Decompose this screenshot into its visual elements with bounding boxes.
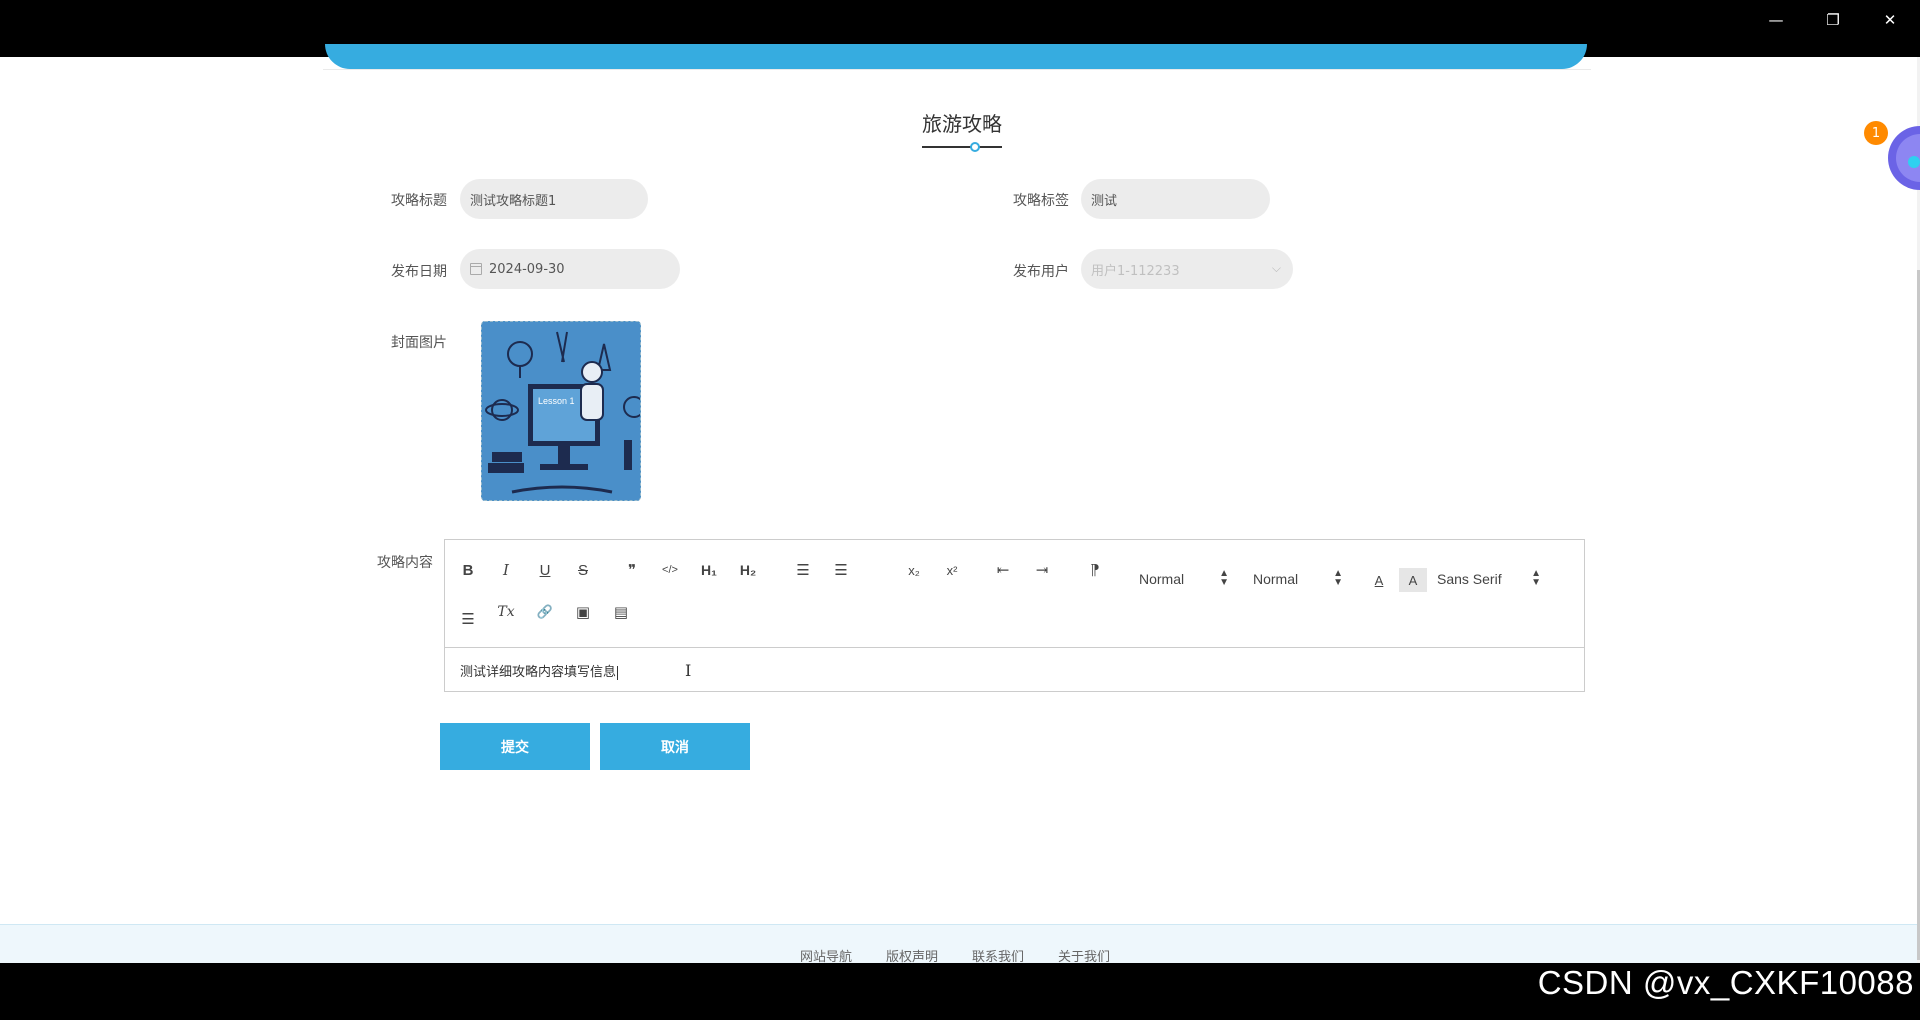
assistant-widget-icon[interactable] <box>1880 110 1920 210</box>
h2-button[interactable]: H₂ <box>734 558 762 582</box>
date-label: 发布日期 <box>391 264 447 280</box>
strike-button[interactable]: S <box>569 558 597 582</box>
blockquote-icon[interactable]: ❞ <box>618 558 646 582</box>
submit-button[interactable]: 提交 <box>440 723 590 770</box>
watermark-text: CSDN @vx_CXKF10088 <box>1537 964 1914 1001</box>
text-color-icon[interactable]: A <box>1365 568 1393 592</box>
outdent-icon[interactable]: ⇤ <box>989 558 1017 582</box>
title-input[interactable]: 测试攻略标题1 <box>460 179 648 219</box>
rich-text-editor[interactable]: B I U S ❞ </> H₁ H₂ ☰ ☰ x₂ x² ⇤ ⇥ ⁋ Norm… <box>444 539 1585 692</box>
content-label: 攻略内容 <box>377 555 433 571</box>
title-underline <box>922 146 1002 148</box>
tag-input-value: 测试 <box>1091 193 1118 209</box>
tag-label: 攻略标签 <box>1013 193 1069 209</box>
footer: 网站导航 版权声明 联系我们 关于我们 <box>0 924 1920 965</box>
editor-toolbar: B I U S ❞ </> H₁ H₂ ☰ ☰ x₂ x² ⇤ ⇥ ⁋ Norm… <box>445 540 1584 648</box>
subscript-button[interactable]: x₂ <box>900 558 928 582</box>
size-picker-value: Normal <box>1139 571 1185 587</box>
image-icon[interactable]: ▣ <box>569 600 597 624</box>
cover-label: 封面图片 <box>391 335 447 351</box>
editor-content-text: 测试详细攻略内容填写信息 <box>460 665 617 680</box>
title-label: 攻略标题 <box>391 193 447 209</box>
clean-format-icon[interactable]: Tx <box>492 600 520 624</box>
user-label: 发布用户 <box>1013 264 1069 280</box>
title-input-value: 测试攻略标题1 <box>470 193 557 209</box>
date-picker[interactable]: 2024-09-30 <box>460 249 680 289</box>
cover-image: Lesson 1 <box>482 322 640 500</box>
user-select[interactable]: 用户1-112233 ⌵ <box>1081 249 1293 289</box>
italic-button[interactable]: I <box>492 558 520 582</box>
restore-button[interactable]: ❐ <box>1805 0 1861 40</box>
tag-input[interactable]: 测试 <box>1081 179 1270 219</box>
link-icon[interactable]: 🔗 <box>531 600 559 624</box>
size-picker[interactable]: Normal ▲ ▼ <box>1139 567 1229 591</box>
calendar-icon <box>470 263 482 275</box>
notification-badge: 1 <box>1864 121 1888 145</box>
code-block-icon[interactable]: </> <box>656 558 684 582</box>
font-picker[interactable]: Sans Serif ▲ ▼ <box>1437 567 1541 591</box>
text-caret <box>617 665 619 680</box>
divider <box>323 69 1591 70</box>
user-select-placeholder: 用户1-112233 <box>1091 263 1180 279</box>
picker-arrows-icon: ▲ ▼ <box>1219 568 1229 588</box>
underline-button[interactable]: U <box>531 558 559 582</box>
minimize-button[interactable]: — <box>1748 0 1804 40</box>
ordered-list-icon[interactable]: ☰ <box>789 558 817 582</box>
picker-arrows-icon: ▲ ▼ <box>1531 568 1541 588</box>
video-icon[interactable]: ▤ <box>607 600 635 624</box>
date-value: 2024-09-30 <box>489 261 565 277</box>
header-picker[interactable]: Normal ▲ ▼ <box>1253 567 1343 591</box>
background-color-icon[interactable]: A <box>1399 568 1427 592</box>
indent-icon[interactable]: ⇥ <box>1028 558 1056 582</box>
nav-header-bar <box>325 44 1587 69</box>
close-button[interactable]: ✕ <box>1862 0 1918 40</box>
bullet-list-icon[interactable]: ☰ <box>827 558 855 582</box>
title-dot <box>970 142 980 152</box>
font-picker-value: Sans Serif <box>1437 571 1502 587</box>
align-icon[interactable]: ☰ <box>454 607 482 631</box>
h1-button[interactable]: H₁ <box>695 558 723 582</box>
cover-image-caption: Lesson 1 <box>538 396 575 406</box>
bold-button[interactable]: B <box>454 558 482 582</box>
text-direction-icon[interactable]: ⁋ <box>1081 558 1109 582</box>
superscript-button[interactable]: x² <box>938 558 966 582</box>
page-title: 旅游攻略 <box>922 112 1002 136</box>
header-picker-value: Normal <box>1253 571 1299 587</box>
cancel-button[interactable]: 取消 <box>600 723 750 770</box>
cover-image-upload[interactable]: Lesson 1 <box>481 321 641 501</box>
chevron-down-icon: ⌵ <box>1271 261 1281 275</box>
text-cursor-icon: I <box>685 661 692 680</box>
editor-content[interactable]: 测试详细攻略内容填写信息 <box>460 661 619 680</box>
picker-arrows-icon: ▲ ▼ <box>1333 568 1343 588</box>
